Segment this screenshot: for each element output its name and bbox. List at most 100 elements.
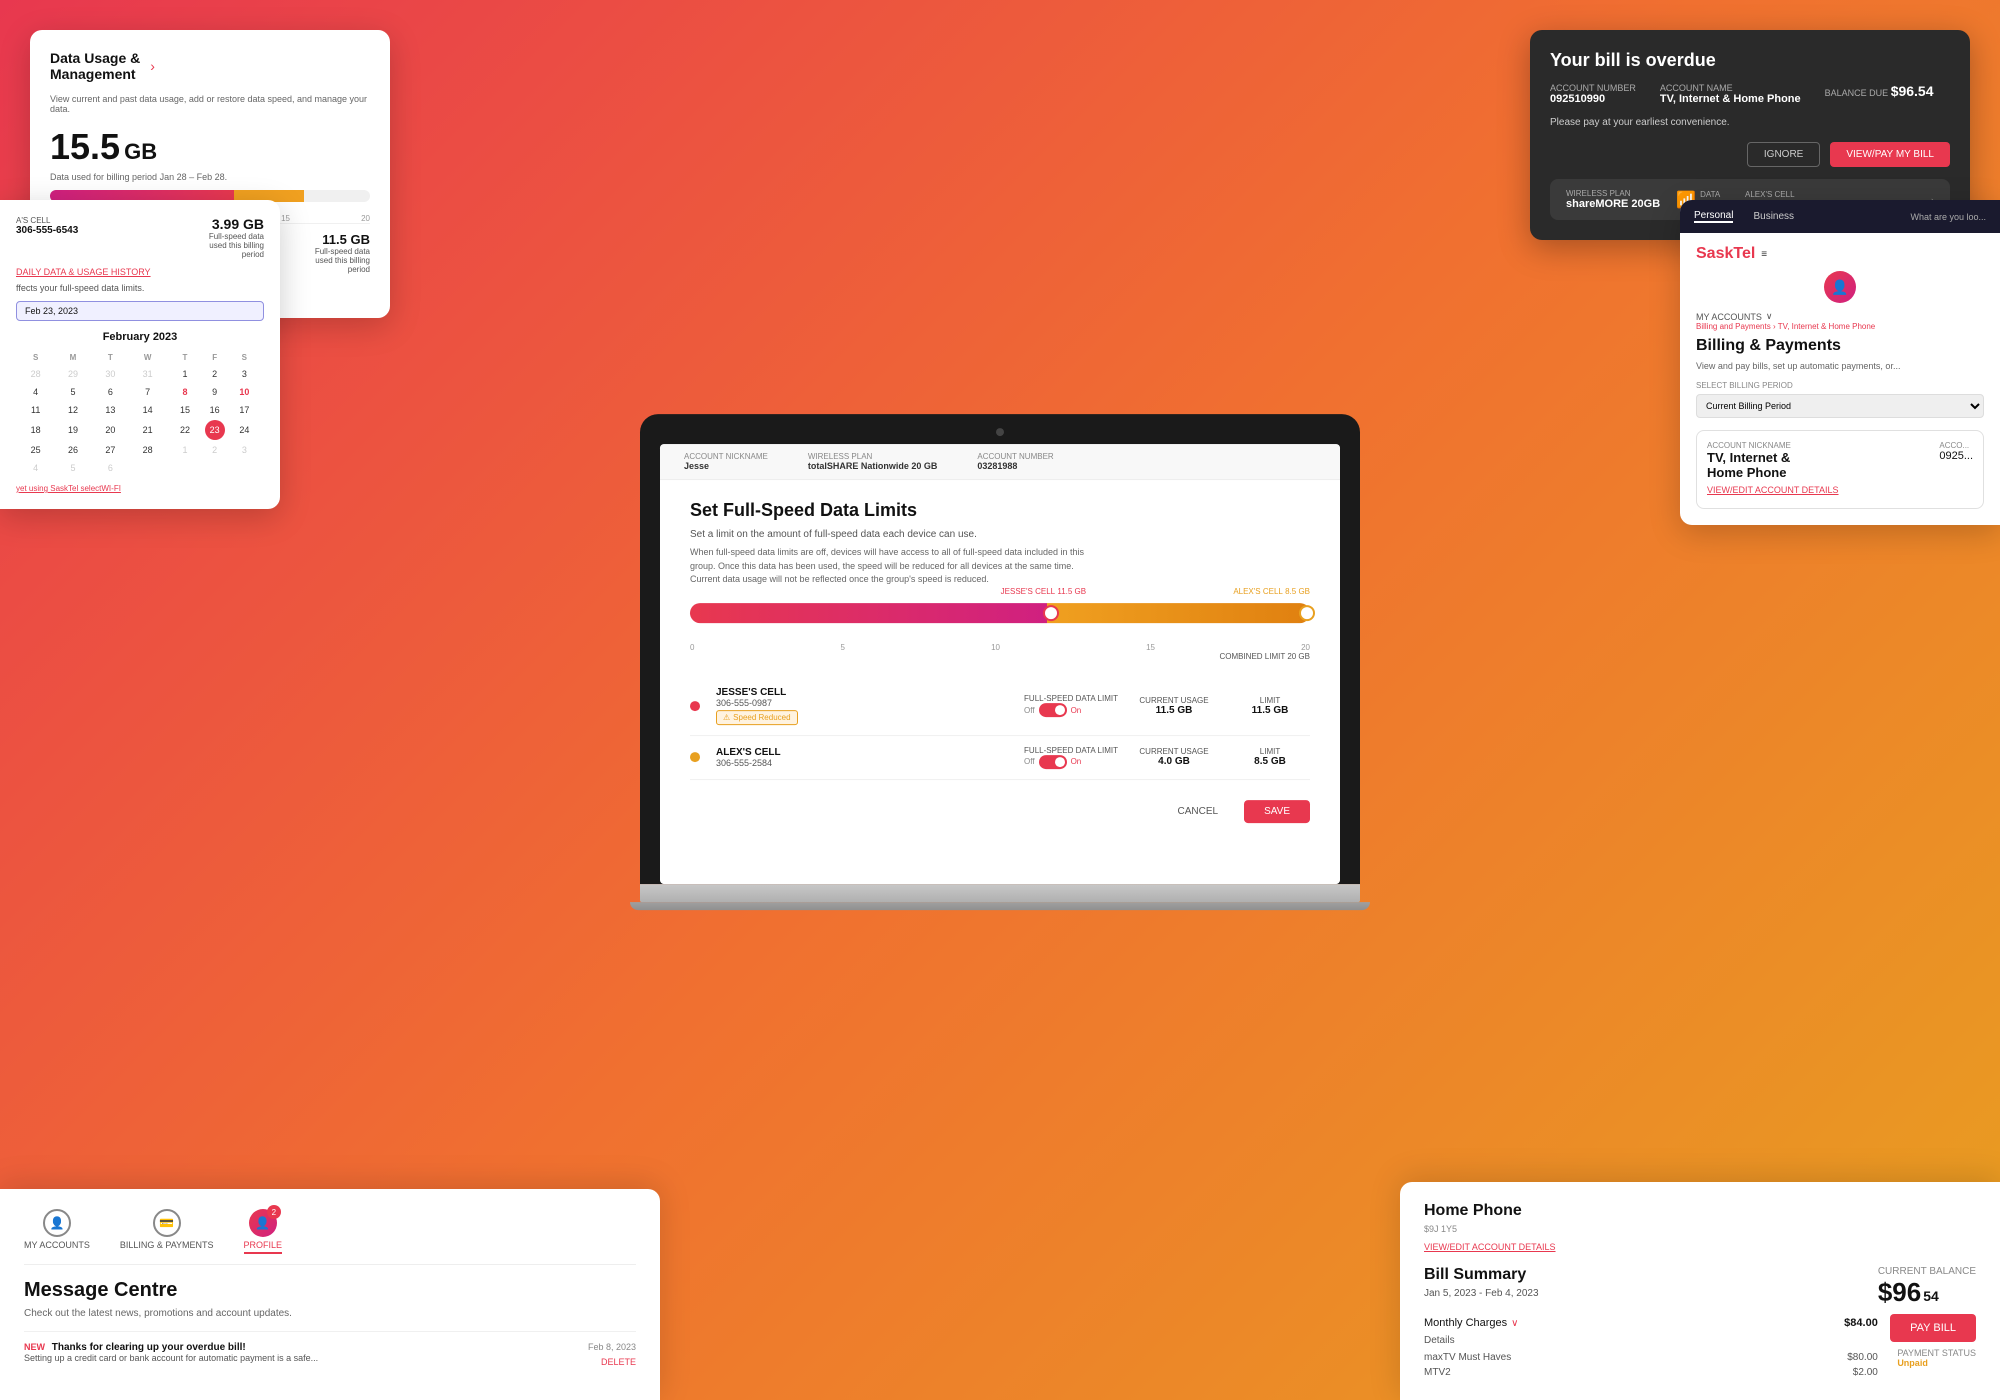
calendar-grid: S M T W T F S 28 29 30 31 1 2 3 4 5 <box>16 349 264 478</box>
alexs-limit: 8.5 GB <box>1230 756 1310 767</box>
home-phone-code: $9J 1Y5 <box>1424 1224 1556 1234</box>
breadcrumb-billing[interactable]: Billing and Payments <box>1696 322 1771 331</box>
laptop-desc: When full-speed data limits are off, dev… <box>690 546 1310 587</box>
msg-date: Feb 8, 2023 <box>588 1342 636 1352</box>
laptop-screen-outer: ACCOUNT NICKNAME Jesse WIRELESS PLAN tot… <box>640 414 1360 884</box>
jesses-toggle[interactable] <box>1039 703 1067 717</box>
breadcrumb-home-phone[interactable]: TV, Internet & Home Phone <box>1778 322 1876 331</box>
combined-limit: COMBINED LIMIT 20 GB <box>690 652 1310 661</box>
jesses-off-label: Off <box>1024 706 1035 715</box>
plan-data-label: DATA <box>1700 190 1729 199</box>
acc-nickname-value: Jesse <box>684 461 768 471</box>
bill-summary-title: Bill Summary <box>1424 1266 1878 1284</box>
affects-text: ffects your full-speed data limits. <box>16 283 264 293</box>
plan-name: shareMORE 20GB <box>1566 198 1660 210</box>
usage-gb-number: 15.5 <box>50 126 120 168</box>
today-date[interactable]: 23 <box>205 420 225 440</box>
message-row: NEW Thanks for clearing up your overdue … <box>24 1331 636 1380</box>
sasktel-nav: Personal Business What are you loo... <box>1680 200 2000 233</box>
account-number-value: 03281988 <box>977 461 1053 471</box>
plan-label: WIRELESS PLAN <box>1566 189 1660 198</box>
slider-fill-pink <box>690 603 1047 623</box>
nav-billing-payments[interactable]: 💳 BILLING & PAYMENTS <box>120 1209 214 1254</box>
alexs-off-label: Off <box>1024 757 1035 766</box>
jesses-slider-thumb[interactable] <box>1043 605 1059 621</box>
nav-business[interactable]: Business <box>1753 211 1794 222</box>
detail-2-amount: $2.00 <box>1853 1367 1878 1378</box>
left-cell-label: A'S CELL <box>16 216 78 225</box>
alexs-number: 306-555-2584 <box>716 758 1008 768</box>
bill-detail-row-2: MTV2 $2.00 <box>1424 1365 1878 1380</box>
bill-detail-row-1: maxTV Must Haves $80.00 <box>1424 1350 1878 1365</box>
nav-my-accounts-label: MY ACCOUNTS <box>24 1240 90 1250</box>
wifi-link[interactable]: yet using SaskTel selectWI-FI <box>16 484 264 493</box>
laptop-screen-inner: ACCOUNT NICKNAME Jesse WIRELESS PLAN tot… <box>660 444 1340 884</box>
billing-icon: 💳 <box>153 1209 181 1237</box>
alexs-data-limit-label: FULL-SPEED DATA LIMIT <box>1024 746 1118 755</box>
speed-reduced-badge: ⚠ Speed Reduced <box>716 710 798 725</box>
alexs-current-usage-label: CURRENT USAGE <box>1139 747 1208 756</box>
msg-new-badge: NEW <box>24 1342 45 1352</box>
msg-text-content: Thanks for clearing up your overdue bill… <box>52 1342 246 1353</box>
alexs-name: ALEX'S CELL <box>716 747 1008 758</box>
bill-details-label: Details <box>1424 1335 1878 1346</box>
jesses-limit: 11.5 GB <box>1230 705 1310 716</box>
jesses-current-usage: 11.5 GB <box>1134 705 1214 716</box>
right-billing-panel: Personal Business What are you loo... Sa… <box>1680 200 2000 525</box>
nav-personal[interactable]: Personal <box>1694 210 1733 223</box>
account-name: TV, Internet & Home Phone <box>1707 450 1791 480</box>
laptop-content: ACCOUNT NICKNAME Jesse WIRELESS PLAN tot… <box>660 444 1340 884</box>
date-input[interactable] <box>16 301 264 321</box>
nav-my-accounts[interactable]: 👤 MY ACCOUNTS <box>24 1209 90 1254</box>
plan-cell-label: ALEX'S CELL <box>1745 190 1807 199</box>
payment-status-value: Unpaid <box>1897 1358 1976 1368</box>
view-pay-button[interactable]: VIEW/PAY MY BILL <box>1830 142 1950 167</box>
view-edit-link-hp[interactable]: VIEW/EDIT ACCOUNT DETAILS <box>1424 1242 1556 1252</box>
account-nickname-label: ACCOUNT NICKNAME <box>1707 441 1791 450</box>
chevron-down-icon: ∨ <box>1766 311 1773 322</box>
save-button[interactable]: SAVE <box>1244 800 1310 823</box>
alexs-slider-thumb[interactable] <box>1299 605 1315 621</box>
delete-button[interactable]: DELETE <box>601 1357 636 1367</box>
account-number-label: ACCOUNT NUMBER <box>1550 83 1636 93</box>
home-phone-title: Home Phone <box>1424 1202 1556 1220</box>
account-name-value: TV, Internet & Home Phone <box>1660 93 1801 105</box>
bill-info-row: ACCOUNT NUMBER 092510990 ACCOUNT NAME TV… <box>1550 83 1950 105</box>
calendar-title: February 2023 <box>16 331 264 343</box>
cancel-button[interactable]: CANCEL <box>1163 800 1232 823</box>
alexs-limit-label: LIMIT <box>1260 747 1280 756</box>
jesses-current-usage-label: CURRENT USAGE <box>1139 696 1208 705</box>
view-edit-link[interactable]: VIEW/EDIT ACCOUNT DETAILS <box>1707 485 1839 495</box>
account-card: ACCOUNT NICKNAME TV, Internet & Home Pho… <box>1696 430 1984 509</box>
data-usage-title: Data Usage & Management <box>50 50 140 82</box>
laptop-foot <box>630 902 1370 910</box>
nav-billing-payments-label: BILLING & PAYMENTS <box>120 1240 214 1250</box>
message-centre-card: 👤 MY ACCOUNTS 💳 BILLING & PAYMENTS 👤 2 P… <box>0 1189 660 1400</box>
jesses-number: 306-555-0987 <box>716 698 1008 708</box>
my-accounts-btn[interactable]: MY ACCOUNTS ∨ <box>1696 311 1984 322</box>
jesses-limit-label: LIMIT <box>1260 696 1280 705</box>
select-period-dropdown[interactable]: Current Billing Period <box>1696 394 1984 418</box>
alexs-current-usage: 4.0 GB <box>1134 756 1214 767</box>
jesses-slider-label: JESSE'S CELL 11.5 GB <box>1001 587 1086 596</box>
nav-search[interactable]: What are you loo... <box>1910 212 1986 222</box>
billing-desc: View and pay bills, set up automatic pay… <box>1696 361 1984 371</box>
msg-body: Setting up a credit card or bank account… <box>24 1353 578 1363</box>
slider-ticks: 05101520 <box>690 643 1310 652</box>
daily-link[interactable]: DAILY DATA & USAGE HISTORY <box>16 267 264 277</box>
monthly-charges-chevron[interactable]: ∨ <box>1511 1318 1518 1329</box>
alexs-toggle[interactable] <box>1039 755 1067 769</box>
alexs-slider-label: ALEX'S CELL 8.5 GB <box>1233 587 1310 596</box>
sasktel-logo: SaskTel ≡ <box>1696 245 1984 263</box>
bill-period: Jan 5, 2023 - Feb 4, 2023 <box>1424 1288 1878 1299</box>
ignore-button[interactable]: IGNORE <box>1747 142 1820 167</box>
message-centre-title: Message Centre <box>24 1279 636 1302</box>
account-icon: 👤 <box>1824 271 1856 303</box>
usage-gb-unit: GB <box>124 139 157 165</box>
data-usage-arrow-icon[interactable]: › <box>150 58 155 74</box>
nav-profile[interactable]: 👤 2 PROFILE <box>244 1209 283 1254</box>
account-num-value: 0925... <box>1939 450 1973 462</box>
acc-nickname-label: ACCOUNT NICKNAME <box>684 452 768 461</box>
laptop-base <box>640 884 1360 902</box>
pay-bill-button[interactable]: PAY BILL <box>1890 1314 1976 1342</box>
